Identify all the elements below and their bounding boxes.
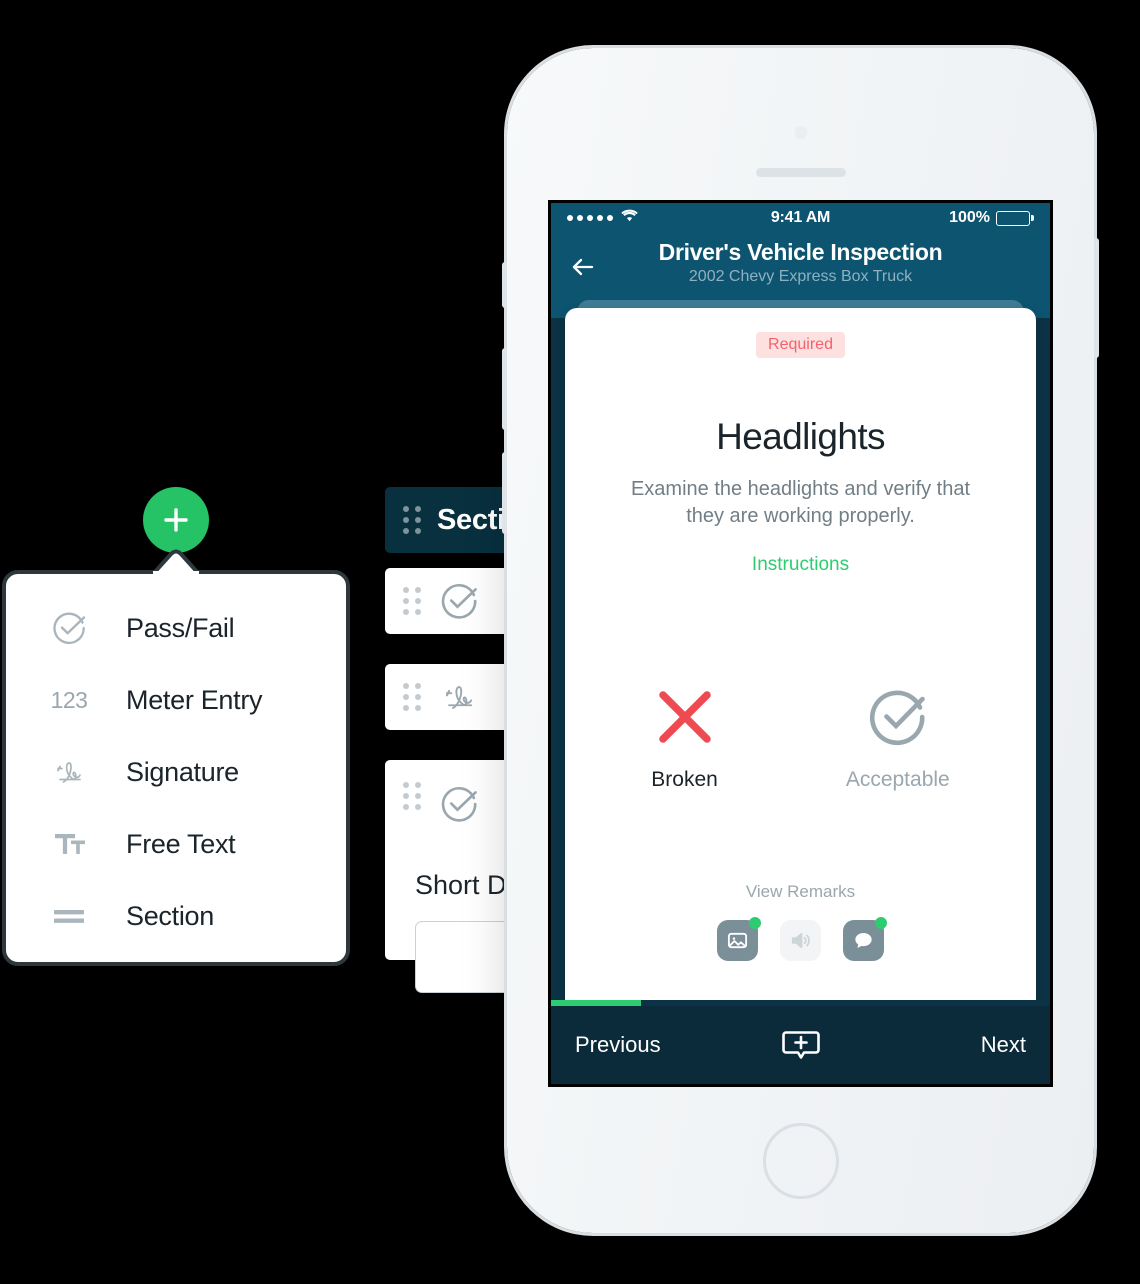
- signal-dots-icon: [567, 215, 613, 221]
- pass-fail-choices: Broken Acceptable: [587, 684, 1014, 792]
- audio-remark-button[interactable]: [780, 920, 821, 962]
- screenshot-stage: Secti Short De 9:41 AM 100% Driver's Veh…: [0, 0, 1140, 1284]
- builder-row-label: Secti: [437, 503, 505, 536]
- section-lines-icon: [49, 896, 89, 936]
- home-button[interactable]: [762, 1123, 839, 1199]
- battery-percent-label: 100%: [949, 209, 990, 226]
- instructions-link[interactable]: Instructions: [587, 554, 1014, 576]
- x-mark-icon: [652, 684, 718, 750]
- page-subtitle: 2002 Chevy Express Box Truck: [688, 268, 913, 286]
- nav-bar: Driver's Vehicle Inspection 2002 Chevy E…: [551, 233, 1050, 301]
- photo-remark-badge: [749, 917, 761, 930]
- status-badge: Required: [756, 332, 845, 359]
- page-title: Driver's Vehicle Inspection: [658, 239, 943, 265]
- menu-item-signature[interactable]: Signature: [6, 736, 346, 808]
- drag-handle-icon[interactable]: [403, 587, 421, 615]
- phone-device: 9:41 AM 100% Driver's Vehicle Inspection: [502, 48, 1099, 1233]
- menu-item-label: Signature: [126, 756, 239, 787]
- menu-item-meter-entry[interactable]: 123 Meter Entry: [6, 664, 346, 736]
- phone-screen: 9:41 AM 100% Driver's Vehicle Inspection: [548, 200, 1053, 1087]
- inspection-item-description: Examine the headlights and verify that t…: [630, 478, 971, 528]
- check-circle-icon: [49, 608, 89, 648]
- text-size-icon: [49, 824, 89, 864]
- check-circle-icon: [437, 782, 481, 826]
- check-circle-icon: [437, 579, 481, 623]
- inspection-item-title: Headlights: [716, 416, 885, 458]
- status-bar-right: 100%: [880, 209, 1034, 227]
- field-type-menu: Pass/Fail 123 Meter Entry Signature Free…: [2, 570, 350, 966]
- inspection-item-card: Required Headlights Examine the headligh…: [565, 308, 1036, 1037]
- next-button[interactable]: Next: [824, 1032, 1026, 1058]
- add-comment-icon[interactable]: [778, 1022, 824, 1068]
- menu-item-label: Section: [126, 900, 214, 931]
- choice-acceptable[interactable]: Acceptable: [846, 684, 950, 792]
- status-bar-time: 9:41 AM: [770, 209, 831, 226]
- photo-remark-button[interactable]: [717, 917, 761, 962]
- comment-remark-badge: [875, 917, 887, 930]
- popover-arrow: [153, 548, 199, 574]
- menu-item-label: Meter Entry: [126, 684, 263, 715]
- inspection-card-stack: Required Headlights Examine the headligh…: [551, 300, 1050, 1037]
- previous-button[interactable]: Previous: [575, 1032, 778, 1058]
- remarks-section: View Remarks: [587, 882, 1014, 962]
- status-bar: 9:41 AM 100%: [551, 203, 1050, 233]
- bottom-nav-bar: Previous Next: [551, 1006, 1050, 1084]
- drag-handle-icon[interactable]: [403, 683, 421, 711]
- wifi-icon: [621, 209, 638, 227]
- volume-up-button[interactable]: [502, 348, 507, 430]
- choice-acceptable-label: Acceptable: [845, 768, 950, 792]
- view-remarks-label[interactable]: View Remarks: [587, 882, 1014, 902]
- plus-icon: [164, 508, 188, 532]
- back-arrow-icon[interactable]: [569, 253, 597, 281]
- menu-item-free-text[interactable]: Free Text: [6, 808, 346, 880]
- comment-remark-button[interactable]: [843, 917, 887, 962]
- add-field-fab[interactable]: [143, 487, 209, 553]
- remark-buttons: [587, 917, 1014, 962]
- menu-item-label: Pass/Fail: [126, 612, 235, 643]
- drag-handle-icon[interactable]: [403, 506, 421, 534]
- volume-down-button[interactable]: [502, 452, 507, 534]
- earpiece-speaker: [755, 168, 846, 177]
- menu-item-pass-fail[interactable]: Pass/Fail: [6, 592, 346, 664]
- check-circle-icon: [865, 684, 931, 750]
- status-bar-left: [567, 209, 721, 227]
- 123-icon: 123: [50, 686, 88, 713]
- power-button[interactable]: [1094, 238, 1099, 358]
- battery-icon: [995, 210, 1034, 226]
- drag-handle-icon[interactable]: [403, 782, 421, 810]
- menu-item-section[interactable]: Section: [6, 880, 346, 952]
- signature-icon: [437, 675, 481, 719]
- choice-broken[interactable]: Broken: [651, 684, 718, 792]
- front-camera: [794, 126, 807, 139]
- mute-switch[interactable]: [502, 262, 507, 308]
- signature-icon: [49, 752, 89, 792]
- choice-broken-label: Broken: [651, 768, 718, 792]
- menu-item-label: Free Text: [126, 828, 236, 859]
